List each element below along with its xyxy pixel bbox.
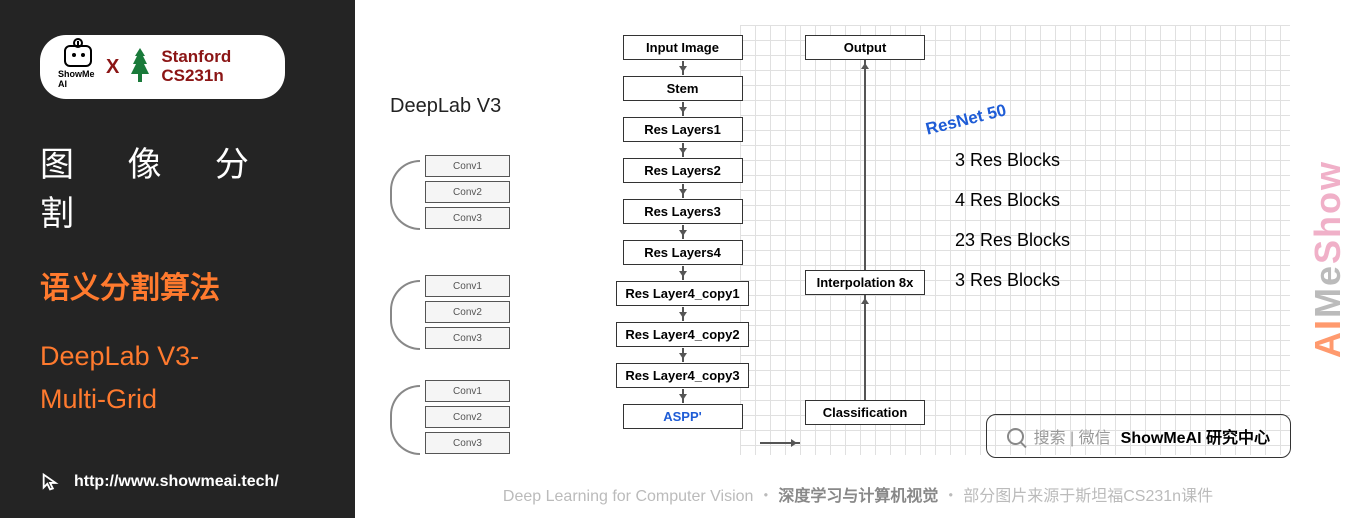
flow-box: Res Layers2 (623, 158, 743, 183)
multigrid-block-3: Conv1 Conv2 Conv3 (390, 380, 530, 458)
conv-box: Conv2 (425, 301, 510, 323)
category-title: 图 像 分 割 (40, 137, 315, 235)
flow-box: Stem (623, 76, 743, 101)
multigrid-block-2: Conv1 Conv2 Conv3 (390, 275, 530, 353)
flow-box-aspp: ASPP' (623, 404, 743, 429)
stanford-text: Stanford CS231n (161, 48, 231, 85)
left-panel: ShowMe AI X Stanford CS231n 图 像 分 割 语义分割… (0, 0, 355, 518)
diagram-title: DeepLab V3 (390, 95, 501, 118)
url-text[interactable]: http://www.showmeai.tech/ (74, 473, 279, 491)
brand-badge: ShowMe AI X Stanford CS231n (40, 35, 285, 99)
flow-box: Res Layer4_copy3 (616, 363, 748, 388)
search-hint: 搜索 | 微信 (1034, 424, 1111, 448)
interp-box: Interpolation 8x (805, 270, 925, 295)
conv-box: Conv3 (425, 432, 510, 454)
search-icon (1007, 428, 1024, 445)
url-row: http://www.showmeai.tech/ (40, 471, 279, 493)
blocks-label: 4 Res Blocks (955, 190, 1060, 211)
conv-box: Conv1 (425, 155, 510, 177)
right-flow: Output Interpolation 8x Classification (795, 35, 935, 455)
flow-box: Res Layers3 (623, 199, 743, 224)
stanford-tree-icon (127, 46, 153, 89)
conv-box: Conv2 (425, 181, 510, 203)
topic-title: DeepLab V3- Multi-Grid (40, 335, 315, 421)
subtitle: 语义分割算法 (40, 263, 315, 307)
flow-box: Res Layers1 (623, 117, 743, 142)
showmeai-icon: ShowMe AI (58, 45, 98, 89)
search-brand: ShowMeAI 研究中心 (1121, 424, 1270, 448)
search-box[interactable]: 搜索 | 微信 ShowMeAI 研究中心 (986, 414, 1291, 458)
footer: Deep Learning for Computer Vision ・ 深度学习… (355, 482, 1361, 506)
flow-box: Res Layer4_copy2 (616, 322, 748, 347)
blocks-label: 3 Res Blocks (955, 270, 1060, 291)
connector-line (760, 442, 800, 444)
conv-box: Conv3 (425, 327, 510, 349)
blocks-label: 23 Res Blocks (955, 230, 1070, 251)
output-box: Output (805, 35, 925, 60)
x-separator: X (106, 56, 119, 79)
main-flow: Input Image Stem Res Layers1 Res Layers2… (605, 35, 760, 429)
conv-box: Conv1 (425, 380, 510, 402)
flow-box: Input Image (623, 35, 743, 60)
watermark: AIMeShow (1307, 160, 1349, 358)
conv-box: Conv2 (425, 406, 510, 428)
blocks-label: 3 Res Blocks (955, 150, 1060, 171)
right-panel: DeepLab V3 Conv1 Conv2 Conv3 Conv1 Conv2… (355, 0, 1361, 518)
conv-box: Conv3 (425, 207, 510, 229)
multigrid-block-1: Conv1 Conv2 Conv3 (390, 155, 530, 233)
flow-box: Res Layer4_copy1 (616, 281, 748, 306)
flow-box: Res Layers4 (623, 240, 743, 265)
conv-box: Conv1 (425, 275, 510, 297)
cursor-icon (40, 471, 62, 493)
class-box: Classification (805, 400, 925, 425)
